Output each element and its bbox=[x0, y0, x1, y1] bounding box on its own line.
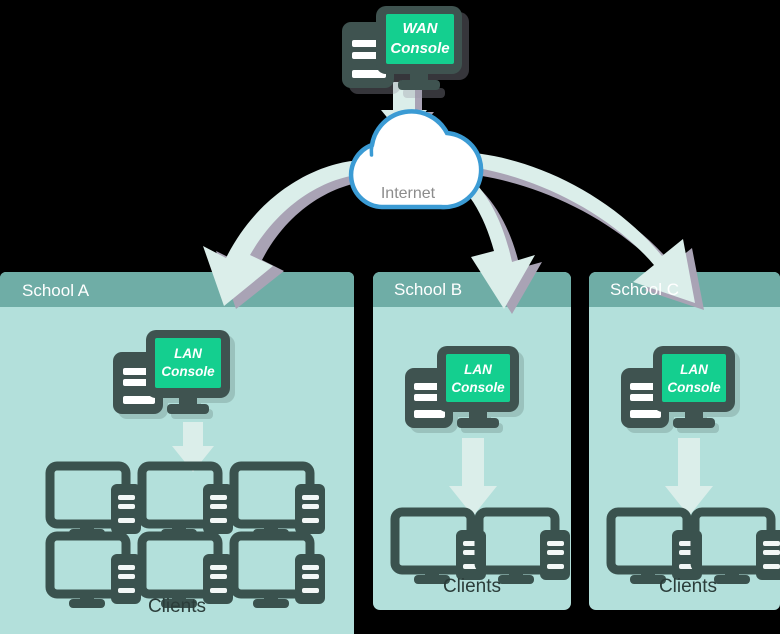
school-b-title: School B bbox=[394, 280, 462, 299]
wan-console-line2: Console bbox=[390, 40, 449, 57]
lan-a-line1: LAN bbox=[174, 346, 202, 361]
labels-layer: WAN Console Internet School A School B S… bbox=[22, 20, 721, 617]
wan-console-line1: WAN bbox=[403, 20, 439, 37]
school-a-clients-label: Clients bbox=[148, 596, 206, 617]
school-a-title: School A bbox=[22, 281, 90, 300]
cloud-label: Internet bbox=[381, 185, 436, 202]
lan-c-line1: LAN bbox=[680, 362, 708, 377]
school-b-clients-label: Clients bbox=[443, 576, 501, 597]
lan-b-line1: LAN bbox=[464, 362, 492, 377]
network-diagram: WAN Console Internet School A School B S… bbox=[0, 0, 780, 634]
school-c-title: School C bbox=[610, 280, 679, 299]
school-c-clients-label: Clients bbox=[659, 576, 717, 597]
lan-a-line2: Console bbox=[161, 364, 215, 379]
lan-b-line2: Console bbox=[451, 380, 505, 395]
lan-c-line2: Console bbox=[667, 380, 721, 395]
